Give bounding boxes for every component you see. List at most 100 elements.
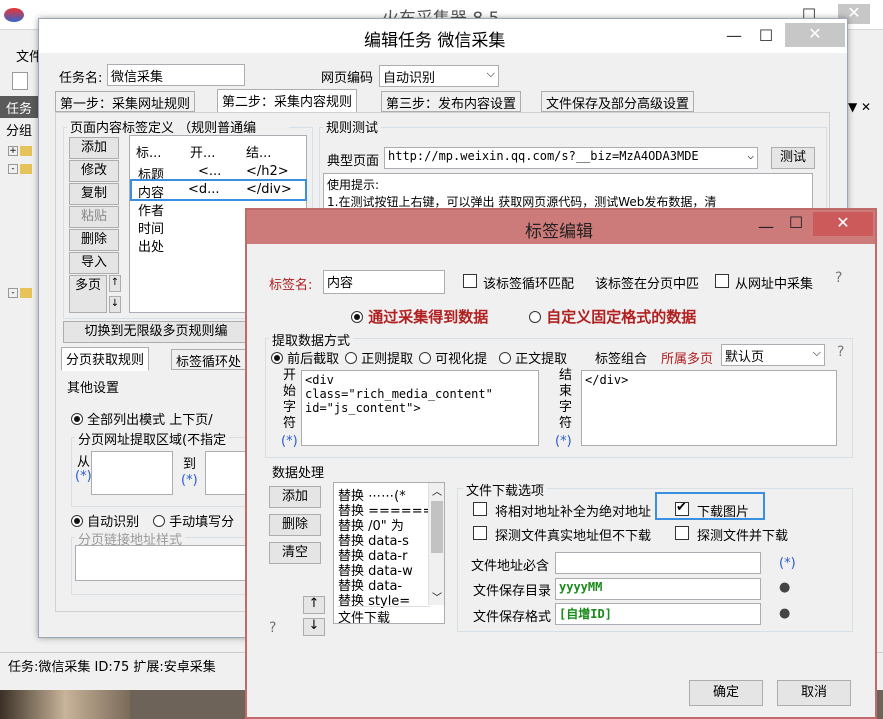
save-dir-label: 文件保存目录 <box>473 584 552 599</box>
tree-expand-icon[interactable]: + <box>8 146 18 156</box>
scroll-up-icon[interactable]: ︿ <box>432 483 442 498</box>
save-format-label: 文件保存格式 <box>473 610 552 625</box>
auto-identify-option[interactable]: 自动识别 <box>71 511 139 530</box>
test-button[interactable]: 测试 <box>771 147 815 169</box>
tab-step3[interactable]: 第三步：发布内容设置 <box>381 91 522 112</box>
move-up-icon[interactable]: ↑ <box>303 596 325 614</box>
manual-option[interactable]: 手动填写分 <box>153 511 234 530</box>
process-list[interactable]: 替换 ⋯⋯(* 替换 ====== 替换 /0" 为 替换 data-s 替换 … <box>333 482 445 624</box>
wildcard-link[interactable]: (*) <box>181 473 198 488</box>
tag-edit-title: 标签编辑 <box>525 222 593 242</box>
selected-row-highlight <box>130 179 307 201</box>
cancel-button[interactable]: 取消 <box>777 680 851 706</box>
mode-collect-label: 通过采集得到数据 <box>368 308 489 326</box>
help-icon[interactable]: ? <box>837 344 844 360</box>
list-header-start[interactable]: 开... <box>190 142 215 161</box>
save-dir-input[interactable]: yyyyMM <box>555 578 761 600</box>
task-name-input[interactable]: 微信采集 <box>107 64 245 86</box>
multipage-button[interactable]: 多页 <box>69 275 107 313</box>
dropdown-arrow-icon[interactable]: ▼ ✕ <box>848 100 871 114</box>
pin-icon[interactable]: ● <box>779 606 790 621</box>
multipage-select[interactable]: 默认页 ⌵ <box>721 344 825 366</box>
list-item[interactable]: 文件下载 <box>338 606 430 623</box>
tab-step1[interactable]: 第一步：采集网址规则 <box>55 91 196 112</box>
data-processing-label: 数据处理 <box>269 462 328 481</box>
tag-name-label: 标签名: <box>269 278 313 293</box>
relative-to-absolute-label: 将相对地址补全为绝对地址 <box>495 505 652 520</box>
add-tag-button[interactable]: 添加 <box>69 137 119 159</box>
mode-fixed-option[interactable]: 自定义固定格式的数据 <box>529 306 696 327</box>
download-images-highlight <box>655 492 765 520</box>
wildcard-link[interactable]: (*) <box>555 434 572 449</box>
import-tag-button[interactable]: 导入 <box>69 252 119 274</box>
detect-real-addr-checkbox[interactable] <box>473 526 487 540</box>
help-icon[interactable]: ? <box>269 620 276 636</box>
other-settings-tab[interactable]: 其他设置 <box>67 377 119 396</box>
multipage-value: 默认页 <box>725 350 765 365</box>
end-chars-label: 结束字符 <box>559 368 573 431</box>
scroll-down-icon[interactable]: ﹀ <box>432 589 442 604</box>
chevron-down-icon: ⌵ <box>812 346 821 359</box>
save-format-input[interactable]: [自增ID] <box>555 603 761 625</box>
usage-tips-title: 使用提示: <box>327 178 380 192</box>
scrollbar[interactable]: ︿ ﹀ <box>428 483 444 605</box>
move-down-icon[interactable]: ↓ <box>109 296 121 313</box>
maximize-icon[interactable]: ☐ <box>777 212 815 236</box>
maximize-icon[interactable]: ☐ <box>747 25 785 49</box>
copy-tag-button[interactable]: 复制 <box>69 183 119 205</box>
pin-icon[interactable]: ● <box>779 580 790 595</box>
start-chars-textarea[interactable]: <div class="rich_media_content" id="js_c… <box>301 370 539 446</box>
help-icon[interactable]: ? <box>835 270 842 286</box>
tag-combo-label[interactable]: 标签组合 <box>595 348 647 367</box>
move-up-icon[interactable]: ↑ <box>109 275 121 292</box>
add-process-button[interactable]: 添加 <box>269 486 321 508</box>
relative-to-absolute-checkbox[interactable] <box>473 502 487 516</box>
method-body-text[interactable]: 正文提取 <box>499 348 567 367</box>
tab-file-save[interactable]: 文件保存及部分高级设置 <box>541 91 695 112</box>
wildcard-link[interactable]: (*) <box>779 556 796 571</box>
addr-must-input[interactable] <box>555 552 761 574</box>
list-header-name[interactable]: 标... <box>136 142 161 161</box>
delete-tag-button[interactable]: 删除 <box>69 229 119 251</box>
page-link-input[interactable] <box>75 545 251 581</box>
mode-collect-option[interactable]: 通过采集得到数据 <box>351 306 488 327</box>
scroll-thumb[interactable] <box>431 501 443 553</box>
close-icon[interactable]: ✕ <box>785 23 845 47</box>
ok-button[interactable]: 确定 <box>689 680 763 706</box>
method-visual[interactable]: 可视化提 <box>419 348 487 367</box>
method-regex[interactable]: 正则提取 <box>345 348 413 367</box>
new-file-icon[interactable] <box>12 72 28 90</box>
from-label: 从 <box>77 455 91 470</box>
wildcard-link[interactable]: (*) <box>281 434 298 449</box>
delete-process-button[interactable]: 删除 <box>269 514 321 536</box>
from-input[interactable] <box>91 451 173 495</box>
list-header-end[interactable]: 结... <box>246 142 271 161</box>
paste-tag-button[interactable]: 粘贴 <box>69 206 119 228</box>
close-icon[interactable]: ✕ <box>813 212 873 236</box>
addr-must-label: 文件地址必含 <box>471 559 550 574</box>
clear-process-button[interactable]: 清空 <box>269 542 321 564</box>
tree-collapse-icon[interactable]: - <box>8 164 18 174</box>
loop-match-checkbox[interactable] <box>463 274 477 288</box>
radio-icon <box>529 311 541 323</box>
typical-url-input[interactable]: http://mp.weixin.qq.com/s?__biz=MzA4ODA3… <box>384 147 758 169</box>
method-before-after[interactable]: 前后截取 <box>271 348 339 367</box>
end-chars-textarea[interactable]: </div> <box>581 370 837 446</box>
tree-collapse-icon[interactable]: - <box>8 288 18 298</box>
tag-definition-label: 页面内容标签定义 （规则普通编 <box>67 117 289 136</box>
tab-step2[interactable]: 第二步：采集内容规则 <box>217 89 358 113</box>
start-chars-label: 开始字符 <box>283 368 297 431</box>
tab-tag-loop[interactable]: 标签循环处 <box>171 349 247 370</box>
tag-name-input[interactable]: 内容 <box>323 270 445 294</box>
edit-tag-button[interactable]: 修改 <box>69 160 119 182</box>
list-mode-option[interactable]: 全部列出模式 上下页/ <box>71 409 213 428</box>
in-page-checkbox[interactable] <box>715 274 729 288</box>
wildcard-link[interactable]: (*) <box>75 469 92 484</box>
app-logo-icon <box>4 8 24 22</box>
tab-page-rules[interactable]: 分页获取规则 <box>61 347 150 371</box>
move-down-icon[interactable]: ↓ <box>303 618 325 636</box>
encoding-select[interactable]: 自动识别 ⌵ <box>379 65 499 87</box>
switch-multipage-button[interactable]: 切换到无限级多页规则编 <box>63 321 249 343</box>
detect-and-download-checkbox[interactable] <box>675 526 689 540</box>
auto-identify-label: 自动识别 <box>87 515 140 530</box>
